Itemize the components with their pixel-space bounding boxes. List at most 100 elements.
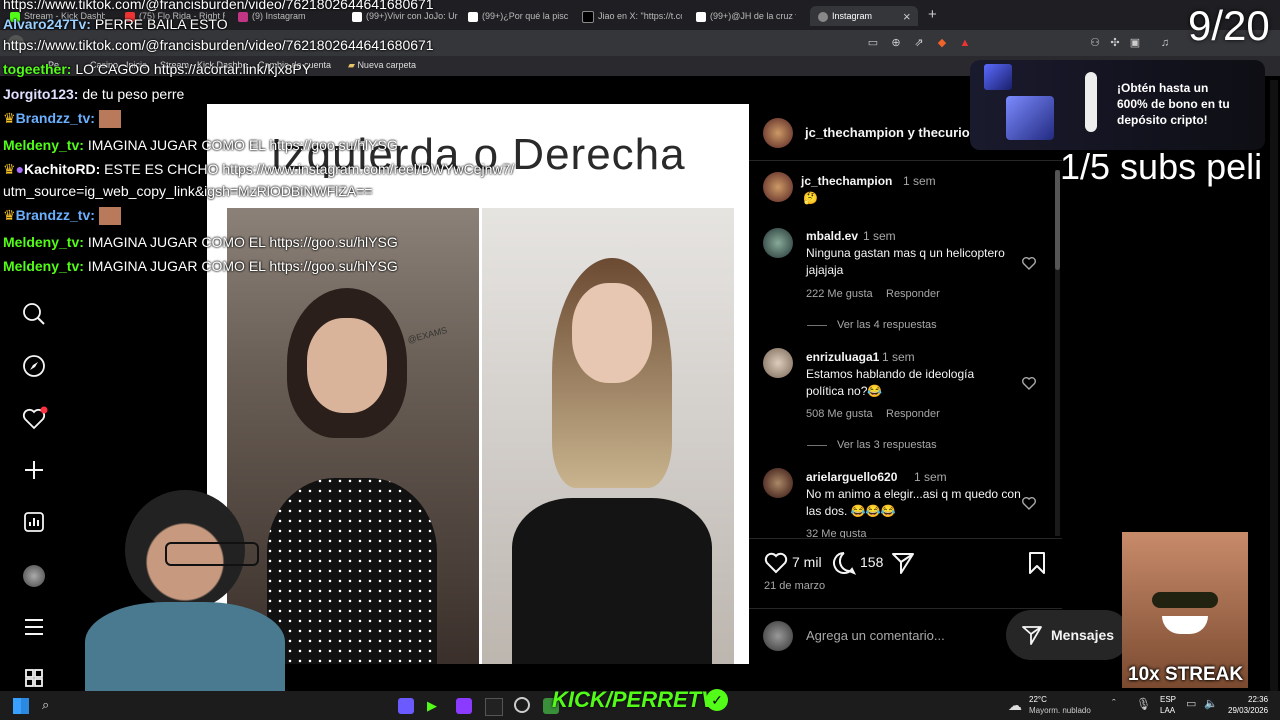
tray-chevron-icon[interactable]: ˆ — [1112, 698, 1116, 710]
brave-rewards-icon[interactable]: ▲ — [958, 36, 972, 50]
glasses-shape — [165, 542, 259, 566]
microphone-icon[interactable]: 🎙 — [1136, 697, 1151, 711]
reply-button[interactable]: Responder — [886, 408, 940, 420]
volume-icon[interactable]: 🔈 — [1204, 697, 1218, 710]
app-icon[interactable] — [456, 698, 472, 714]
chat-message: Alvaro247Tv: PERRE BAILA ESTO — [3, 16, 228, 32]
play-icon[interactable]: ▶ — [427, 698, 443, 714]
author-avatar[interactable] — [763, 118, 793, 148]
chat-username: togeether: — [3, 61, 72, 77]
chat-message: ♛Brandzz_tv: — [3, 110, 121, 129]
crown-icon: ♛ — [3, 207, 16, 223]
comment-likes[interactable]: 222 Me gusta — [806, 288, 873, 300]
chat-username: Jorgito123: — [3, 86, 79, 102]
my-avatar — [763, 621, 793, 651]
bookmark-folder[interactable]: ▰ Nueva carpeta — [348, 60, 416, 71]
like-comment-icon[interactable] — [1021, 495, 1037, 511]
app-icon[interactable] — [398, 698, 414, 714]
apps-nav-icon[interactable] — [18, 664, 50, 690]
puzzle-icon[interactable]: ✣ — [1108, 36, 1122, 50]
globe-icon — [818, 11, 828, 22]
like-count[interactable]: 7 mil — [792, 554, 822, 570]
create-nav-icon[interactable] — [18, 454, 50, 486]
brave-shield-icon[interactable]: ◆ — [935, 36, 949, 50]
dashboard-nav-icon[interactable] — [18, 506, 50, 538]
comment-time: 1 sem — [882, 350, 915, 364]
face-shape — [307, 318, 387, 413]
webcam-overlay — [65, 462, 325, 691]
sidebar-icon[interactable]: ▣ — [1128, 36, 1142, 50]
post-header-users[interactable]: jc_thechampion y thecurious — [805, 125, 985, 140]
messages-button[interactable]: Mensajes — [1006, 610, 1130, 660]
comment-avatar[interactable] — [763, 348, 793, 378]
divider — [749, 160, 1062, 161]
dress-shape — [512, 498, 712, 664]
watermark: @EXAMS — [406, 324, 449, 346]
weather-temp: 22°C — [1029, 695, 1047, 704]
reply-button[interactable]: Responder — [886, 288, 940, 300]
explore-nav-icon[interactable] — [18, 350, 50, 382]
share-icon[interactable]: ⇗ — [912, 36, 926, 50]
comment-likes[interactable]: 32 Me gusta — [806, 528, 867, 538]
comment-username[interactable]: arielarguello620 — [806, 470, 897, 484]
gift-box-icon — [1006, 96, 1054, 140]
comment-likes[interactable]: 508 Me gusta — [806, 408, 873, 420]
menu-nav-icon[interactable] — [18, 611, 50, 643]
divider — [749, 608, 1062, 609]
view-replies-button[interactable]: Ver las 3 respuestas — [837, 439, 937, 451]
page-scrollbar[interactable] — [1270, 80, 1278, 691]
cast-icon[interactable]: ▭ — [866, 36, 880, 50]
view-replies-button[interactable]: Ver las 4 respuestas — [837, 319, 937, 331]
crown-icon: ♛ — [3, 110, 16, 126]
language-region: LAA — [1160, 706, 1176, 715]
like-comment-icon[interactable] — [1021, 375, 1037, 391]
like-icon[interactable] — [763, 550, 789, 576]
caption-username[interactable]: jc_thechampion — [801, 174, 892, 188]
share-icon[interactable] — [890, 550, 916, 576]
tab-tiktok-jh[interactable]: (99+)@JH de la cruz ve — [696, 6, 796, 26]
kick-channel-banner: KICK/PERRETV — [552, 687, 716, 712]
search-icon[interactable]: ⌕ — [42, 697, 49, 713]
comment-username[interactable]: mbald.ev — [806, 229, 858, 243]
chat-message: Meldeny_tv: IMAGINA JUGAR COMO EL https:… — [3, 258, 398, 274]
comments-scrollbar[interactable] — [1055, 170, 1060, 536]
save-icon[interactable] — [1025, 550, 1049, 576]
comment-avatar[interactable] — [763, 228, 793, 258]
weather-icon[interactable]: ☁ — [1008, 697, 1022, 714]
comment-text: No m animo a elegir...asi q m quedo con … — [806, 487, 1021, 518]
teeth-shape — [1162, 616, 1208, 634]
zoom-icon[interactable]: ⊕ — [889, 36, 903, 50]
clock-date: 29/03/2026 — [1228, 706, 1269, 715]
comment-count[interactable]: 158 — [860, 554, 883, 570]
clock-time[interactable]: 22:36 — [1248, 695, 1268, 704]
music-icon[interactable]: ♫ — [1158, 36, 1172, 50]
comment-input[interactable]: Agrega un comentario... — [806, 628, 945, 643]
windows-start-icon[interactable] — [13, 698, 29, 714]
tab-instagram-active[interactable]: Instagram — [810, 6, 918, 26]
new-tab-button[interactable]: + — [928, 6, 937, 23]
language-code[interactable]: ESP — [1160, 695, 1176, 704]
author-avatar[interactable] — [763, 172, 793, 202]
terminal-icon[interactable] — [485, 698, 503, 716]
caption-time: 1 sem — [903, 174, 936, 188]
comment-icon[interactable] — [831, 550, 857, 576]
network-icon[interactable]: ▭ — [1186, 697, 1196, 710]
verified-icon: ✓ — [706, 689, 728, 711]
tab-tiktok-piscina[interactable]: (99+)¿Por qué la piscir — [468, 6, 568, 26]
close-tab-button[interactable]: × — [903, 9, 911, 24]
like-comment-icon[interactable] — [1021, 255, 1037, 271]
obs-icon[interactable] — [514, 697, 530, 713]
extension-icon[interactable]: ⚇ — [1088, 36, 1102, 50]
notifications-nav-icon[interactable] — [18, 402, 50, 434]
tab-x-jiao[interactable]: Jiao en X: "https://t.co/ — [582, 6, 682, 26]
comment-username[interactable]: enrizuluaga1 — [806, 350, 879, 364]
mustache-shape — [1152, 592, 1218, 608]
comment-avatar[interactable] — [763, 468, 793, 498]
right-photo — [482, 208, 734, 664]
search-nav-icon[interactable] — [18, 298, 50, 330]
chat-username: Brandzz_tv: — [15, 110, 95, 126]
crypto-ad-banner[interactable]: ¡Obtén hasta un 600% de bono en tu depós… — [970, 60, 1265, 150]
profile-avatar[interactable] — [18, 560, 50, 592]
chat-username: Meldeny_tv: — [3, 137, 84, 153]
streak-label: 10x STREAK — [1128, 664, 1244, 685]
